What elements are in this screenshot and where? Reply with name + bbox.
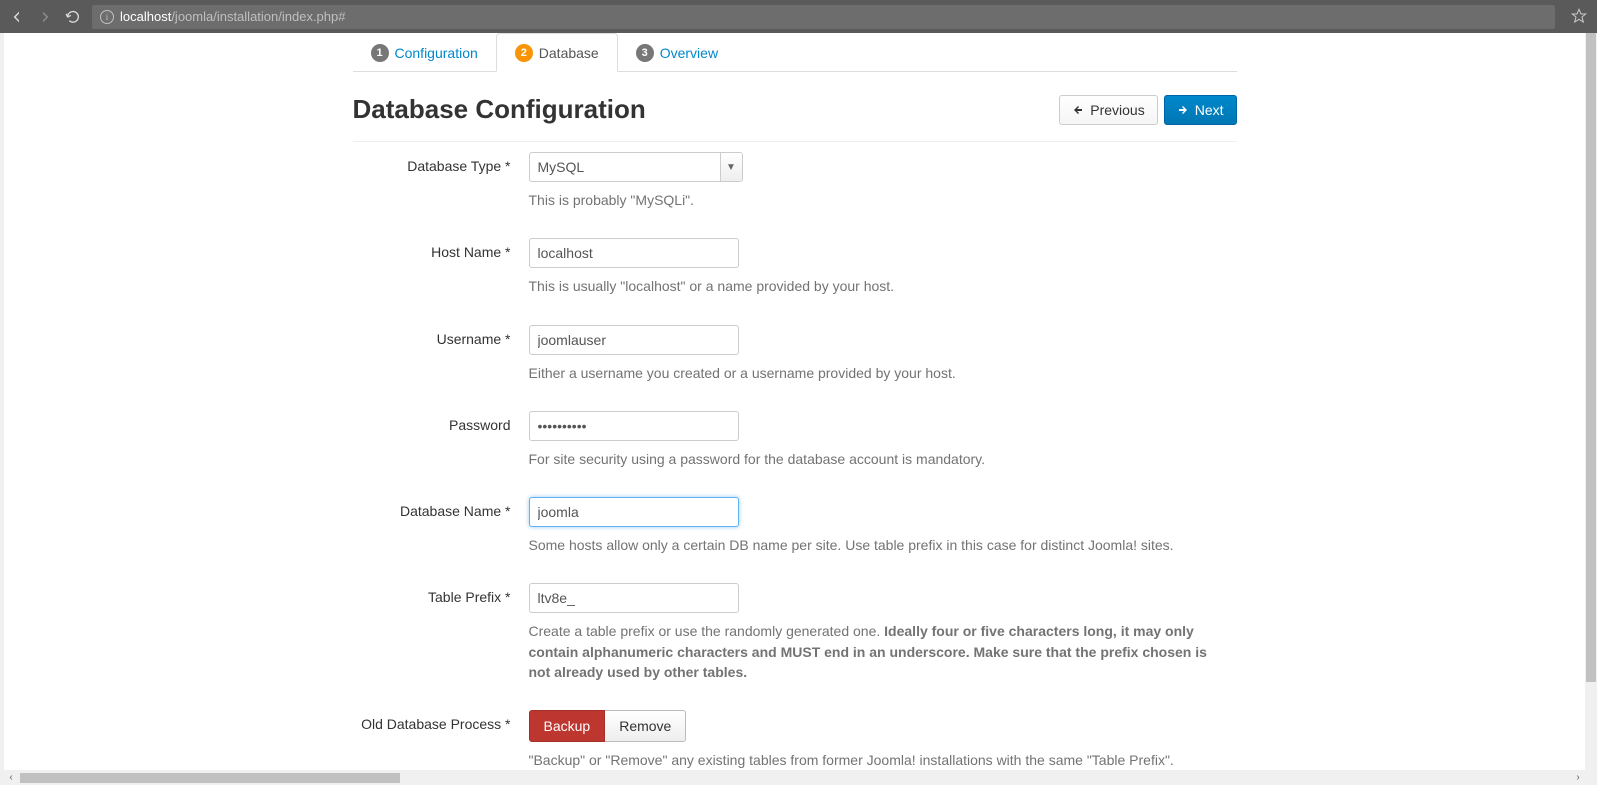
horizontal-scrollbar[interactable]: ‹ › [4, 770, 1585, 785]
vertical-scrollbar[interactable] [1585, 33, 1597, 770]
step-overview[interactable]: 3 Overview [618, 33, 736, 71]
step-badge: 3 [636, 44, 654, 62]
bookmark-star-icon[interactable] [1571, 8, 1589, 26]
password-help: For site security using a password for t… [529, 449, 1229, 469]
previous-button[interactable]: Previous [1059, 95, 1157, 125]
password-label: Password [353, 411, 529, 487]
old-db-label: Old Database Process * [353, 710, 529, 770]
db-type-help: This is probably "MySQLi". [529, 190, 1229, 210]
step-badge: 1 [371, 44, 389, 62]
username-input[interactable] [529, 325, 739, 355]
username-help: Either a username you created or a usern… [529, 363, 1229, 383]
password-input[interactable] [529, 411, 739, 441]
scrollbar-thumb[interactable] [1586, 33, 1596, 682]
old-db-toggle: Backup Remove [529, 710, 687, 742]
db-config-form: Database Type * MySQL ▼ This is probably… [353, 142, 1237, 770]
db-type-select[interactable]: MySQL ▼ [529, 152, 743, 182]
prefix-input[interactable] [529, 583, 739, 613]
dbname-input[interactable] [529, 497, 739, 527]
back-button[interactable] [8, 8, 26, 26]
next-button[interactable]: Next [1164, 95, 1237, 125]
host-label: Host Name * [353, 238, 529, 314]
old-db-help: "Backup" or "Remove" any existing tables… [529, 750, 1229, 770]
step-badge: 2 [515, 44, 533, 62]
remove-option[interactable]: Remove [605, 710, 686, 742]
host-input[interactable] [529, 238, 739, 268]
reload-button[interactable] [64, 8, 82, 26]
step-label: Overview [660, 45, 718, 61]
scrollbar-thumb[interactable] [20, 773, 400, 783]
dbname-help: Some hosts allow only a certain DB name … [529, 535, 1229, 555]
db-type-label: Database Type * [353, 152, 529, 228]
prefix-help: Create a table prefix or use the randoml… [529, 621, 1229, 682]
prefix-label: Table Prefix * [353, 583, 529, 700]
installer-steps: 1 Configuration 2 Database 3 Overview [353, 33, 1237, 72]
info-icon: i [100, 10, 114, 24]
page-title: Database Configuration [353, 94, 646, 125]
page-header: Database Configuration Previous Next [353, 72, 1237, 142]
chevron-down-icon: ▼ [720, 153, 742, 181]
step-label: Configuration [395, 45, 478, 61]
arrow-right-icon [1177, 104, 1189, 116]
dbname-label: Database Name * [353, 497, 529, 573]
page-viewport: 1 Configuration 2 Database 3 Overview Da… [4, 33, 1585, 770]
url-path: /joomla/installation/index.php# [171, 9, 345, 24]
header-actions: Previous Next [1059, 95, 1236, 125]
scroll-right-arrow-icon[interactable]: › [1571, 771, 1585, 785]
username-label: Username * [353, 325, 529, 401]
address-bar[interactable]: i localhost/joomla/installation/index.ph… [92, 5, 1555, 29]
scroll-left-arrow-icon[interactable]: ‹ [4, 771, 18, 785]
forward-button[interactable] [36, 8, 54, 26]
step-label: Database [539, 45, 599, 61]
step-database[interactable]: 2 Database [496, 33, 618, 72]
browser-toolbar: i localhost/joomla/installation/index.ph… [0, 0, 1597, 33]
arrow-left-icon [1072, 104, 1084, 116]
url-host: localhost [120, 9, 171, 24]
backup-option[interactable]: Backup [529, 710, 606, 742]
host-help: This is usually "localhost" or a name pr… [529, 276, 1229, 296]
step-configuration[interactable]: 1 Configuration [353, 33, 496, 71]
